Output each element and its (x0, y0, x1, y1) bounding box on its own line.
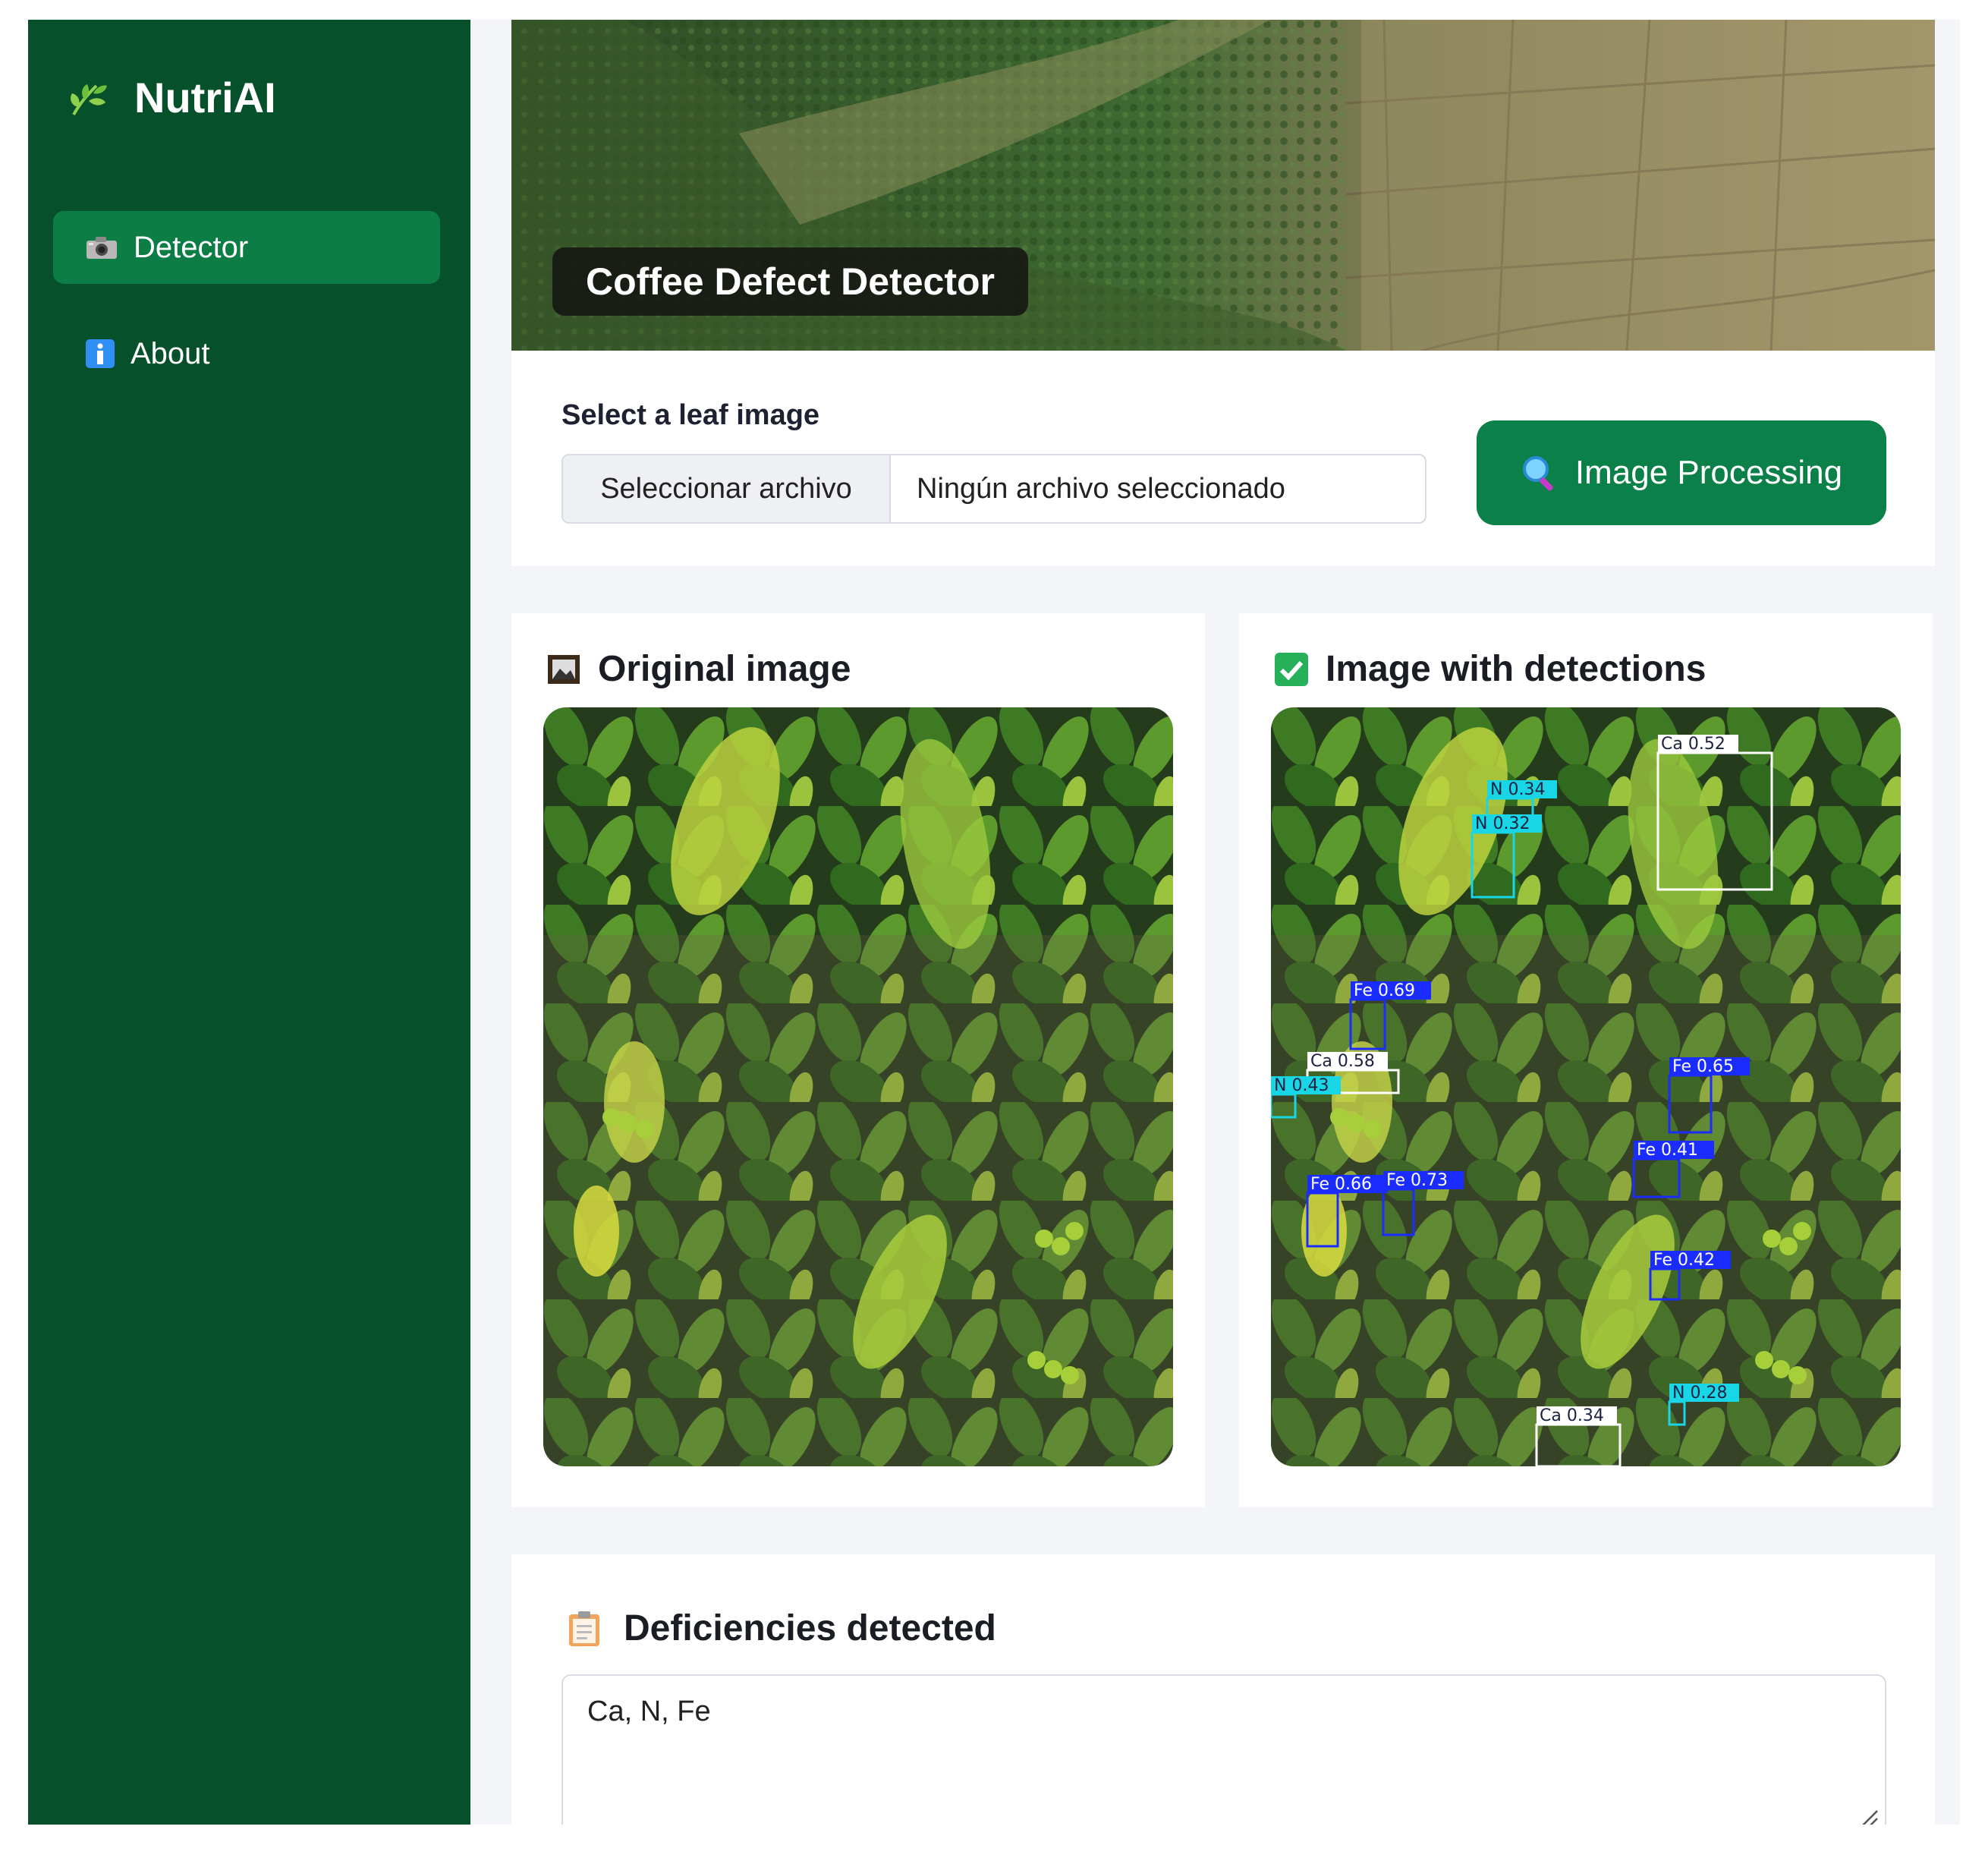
image-processing-label: Image Processing (1574, 454, 1843, 491)
camera-icon (87, 237, 117, 259)
brand-name: NutriAI (134, 74, 276, 121)
info-icon (86, 339, 115, 368)
clipboard-icon (569, 1611, 599, 1646)
detection-label: N 0.34 (1490, 780, 1545, 799)
deficiencies-panel: Deficiencies detected Ca, N, Fe (511, 1554, 1935, 1825)
detection-label: N 0.43 (1274, 1076, 1329, 1095)
file-input[interactable]: Seleccionar archivo Ningún archivo selec… (561, 454, 1427, 524)
detection-label: Fe 0.73 (1386, 1171, 1448, 1190)
image-processing-button[interactable]: Image Processing (1477, 420, 1886, 525)
sidebar: NutriAI Detector About (28, 20, 470, 1825)
original-photo (543, 707, 1173, 1466)
detections-title: Image with detections (1274, 648, 1706, 690)
original-image-title-text: Original image (598, 649, 851, 689)
detection-label: Ca 0.52 (1661, 735, 1725, 754)
leaf-icon (71, 83, 107, 115)
brand: NutriAI (66, 73, 276, 122)
detection-label: Fe 0.65 (1672, 1057, 1734, 1076)
file-field-label: Select a leaf image (561, 399, 820, 431)
detection-label: Fe 0.42 (1653, 1251, 1715, 1270)
magnifier-icon (1522, 456, 1553, 491)
original-image-title: Original image (546, 648, 851, 690)
sidebar-item-detector[interactable]: Detector (53, 211, 440, 284)
sidebar-item-about[interactable]: About (53, 317, 440, 390)
detections-photo: Ca 0.52 N 0.34 N 0.32 Fe 0.69 Ca 0.58 N 0.43 F… (1271, 707, 1901, 1466)
upload-panel: Coffee Defect Detector Select a leaf ima… (511, 20, 1935, 566)
app-window: NutriAI Detector About Coffee Defect Det… (28, 20, 1960, 1825)
detection-label: Fe 0.41 (1637, 1141, 1698, 1160)
hero-banner-image: Coffee Defect Detector (511, 20, 1935, 351)
sidebar-item-label: Detector (134, 230, 249, 264)
detections-image-card: Image with detections Ca 0.52 N 0.34 N 0.3… (1239, 613, 1933, 1507)
deficiencies-title-text: Deficiencies detected (624, 1608, 996, 1648)
detection-label: N 0.28 (1672, 1384, 1727, 1403)
sidebar-item-label: About (131, 336, 210, 370)
detection-label: Ca 0.34 (1540, 1406, 1604, 1425)
choose-file-button[interactable]: Seleccionar archivo (563, 455, 891, 522)
file-status-text: Ningún archivo seleccionado (917, 472, 1285, 505)
deficiencies-title: Deficiencies detected (568, 1608, 996, 1649)
resize-grip-icon[interactable] (1859, 1808, 1879, 1825)
check-box-icon (1275, 652, 1308, 686)
detections-title-text: Image with detections (1326, 649, 1706, 689)
original-image-card: Original image (511, 613, 1205, 1507)
detection-label: N 0.32 (1475, 814, 1530, 833)
detection-label: Fe 0.66 (1310, 1175, 1372, 1194)
detection-label: Fe 0.69 (1354, 981, 1415, 1000)
deficiencies-textarea[interactable]: Ca, N, Fe (561, 1674, 1886, 1825)
detection-label: Ca 0.58 (1310, 1052, 1375, 1071)
deficiencies-value: Ca, N, Fe (587, 1696, 711, 1727)
framed-picture-icon (548, 654, 580, 684)
hero-title: Coffee Defect Detector (552, 247, 1029, 316)
